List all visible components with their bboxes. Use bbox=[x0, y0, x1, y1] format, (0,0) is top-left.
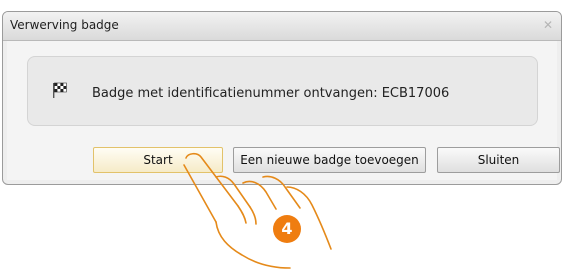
message-panel: Badge met identificatienummer ontvangen:… bbox=[27, 56, 538, 126]
dialog-title: Verwerving badge bbox=[10, 18, 119, 32]
close-icon[interactable]: ✕ bbox=[540, 18, 556, 33]
close-button[interactable]: Sluiten bbox=[437, 147, 560, 173]
status-message: Badge met identificatienummer ontvangen:… bbox=[92, 86, 450, 101]
checkered-flag-icon bbox=[53, 82, 67, 98]
dialog-titlebar: Verwerving badge ✕ bbox=[3, 12, 561, 41]
step-number-badge: 4 bbox=[273, 215, 301, 243]
hand-pointer-icon bbox=[183, 152, 332, 269]
